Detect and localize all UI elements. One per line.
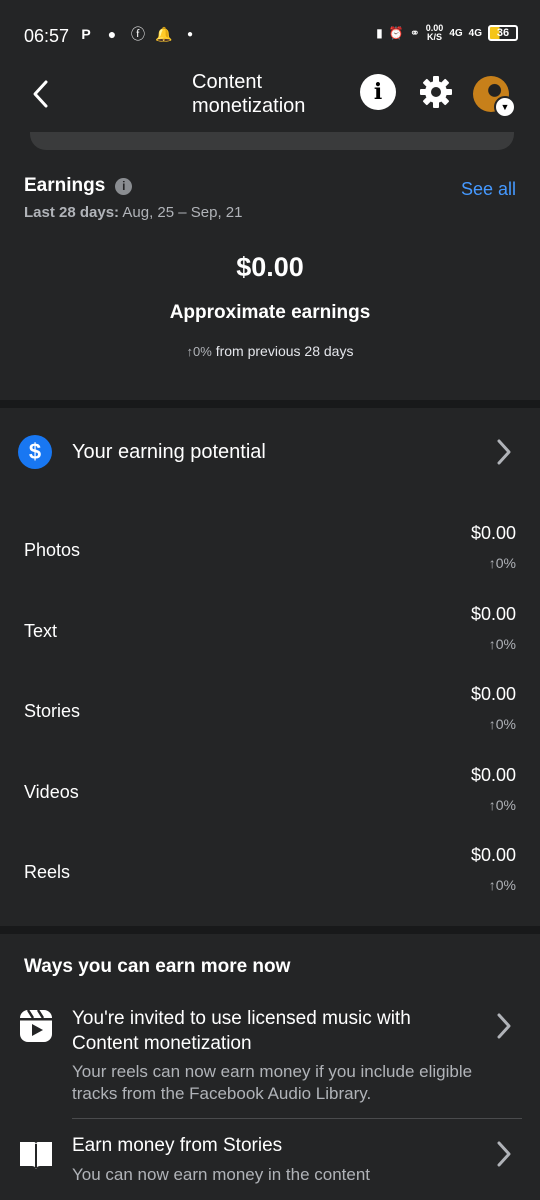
net-speed: 0.00 K/S — [425, 23, 444, 42]
info-icon[interactable]: i — [115, 177, 133, 195]
status-bar: 06:57 P ● ⓕ 🔔 ● ▮ ⏰ ⚭ 0.00 K/S 4G 4G 36 — [0, 0, 540, 72]
signal-icon-1: 4G — [449, 27, 463, 39]
earnings-change: ↑0% from previous 28 days — [0, 343, 540, 359]
earnings-amount-label: Approximate earnings — [169, 302, 371, 323]
way-description: Your reels can now earn money if you inc… — [72, 1062, 473, 1103]
book-icon — [20, 1142, 52, 1169]
list-item: Stories $0.00 ↑0% — [24, 684, 516, 732]
list-item: Text $0.00 ↑0% — [24, 603, 516, 652]
back-button[interactable] — [26, 78, 58, 110]
list-item: Photos $0.00 ↑0% — [24, 523, 516, 571]
date-range: Last 28 days: Aug, 25 – Sep, 21 — [24, 204, 243, 221]
earnings-amount: $0.00 — [236, 252, 304, 282]
dot-icon: ● — [186, 28, 194, 40]
chevron-right-icon — [497, 1141, 511, 1167]
section-divider — [0, 926, 540, 934]
list-item: Reels $0.00 ↑0% — [24, 845, 516, 893]
earnings-breakdown: Photos $0.00 ↑0% Text $0.00 ↑0% Stories … — [0, 510, 540, 913]
earning-potential-label: Your earning potential — [72, 441, 266, 463]
app-header: Content monetization i — [0, 66, 540, 130]
change-percent: ↑0% — [186, 344, 212, 359]
way-description: You can now earn money in the content — [72, 1165, 371, 1184]
info-button[interactable]: i — [360, 74, 396, 110]
notification-icons: P ● ⓕ 🔔 ● — [76, 24, 200, 44]
status-time: 06:57 — [24, 26, 70, 46]
chat-icon: ● — [107, 26, 117, 42]
chevron-down-icon[interactable]: ▼ — [494, 96, 516, 118]
chevron-right-icon — [497, 439, 511, 465]
divider — [72, 1118, 522, 1119]
dollar-icon: $ — [18, 435, 52, 469]
ways-heading: Ways you can earn more now — [24, 956, 291, 977]
change-text: from previous 28 days — [215, 343, 354, 359]
section-divider — [0, 400, 540, 408]
way-title: You're invited to use licensed music wit… — [72, 1008, 411, 1054]
headphones-icon: ⚭ — [409, 26, 420, 40]
status-right: ▮ ⏰ ⚭ 0.00 K/S 4G 4G 36 — [376, 24, 518, 42]
earning-potential-row[interactable]: $ Your earning potential — [0, 416, 540, 488]
gear-icon — [420, 76, 452, 108]
bell-icon: 🔔 — [155, 25, 173, 42]
licensed-music-item[interactable]: You're invited to use licensed music wit… — [0, 1000, 540, 1110]
battery-icon: 36 — [488, 25, 518, 41]
alarm-icon: ⏰ — [388, 26, 404, 40]
chevron-right-icon — [497, 1013, 511, 1039]
way-title: Earn money from Stories — [72, 1135, 283, 1156]
info-icon: i — [373, 79, 383, 105]
page-title: Content monetization — [192, 71, 306, 117]
p-icon: P — [81, 26, 91, 42]
previous-card-edge — [30, 132, 514, 150]
reels-icon — [20, 1009, 52, 1042]
back-arrow-icon — [33, 80, 48, 108]
list-item: Videos $0.00 ↑0% — [24, 764, 516, 813]
settings-button[interactable] — [418, 74, 454, 110]
signal-icon-2: 4G — [468, 27, 482, 39]
earnings-heading: Earnings i — [24, 175, 133, 197]
see-all-link[interactable]: See all — [461, 179, 516, 200]
stories-earning-item[interactable]: Earn money from Stories You can now earn… — [0, 1130, 540, 1200]
vibrate-icon: ▮ — [376, 26, 383, 40]
facebook-icon: ⓕ — [131, 26, 145, 42]
